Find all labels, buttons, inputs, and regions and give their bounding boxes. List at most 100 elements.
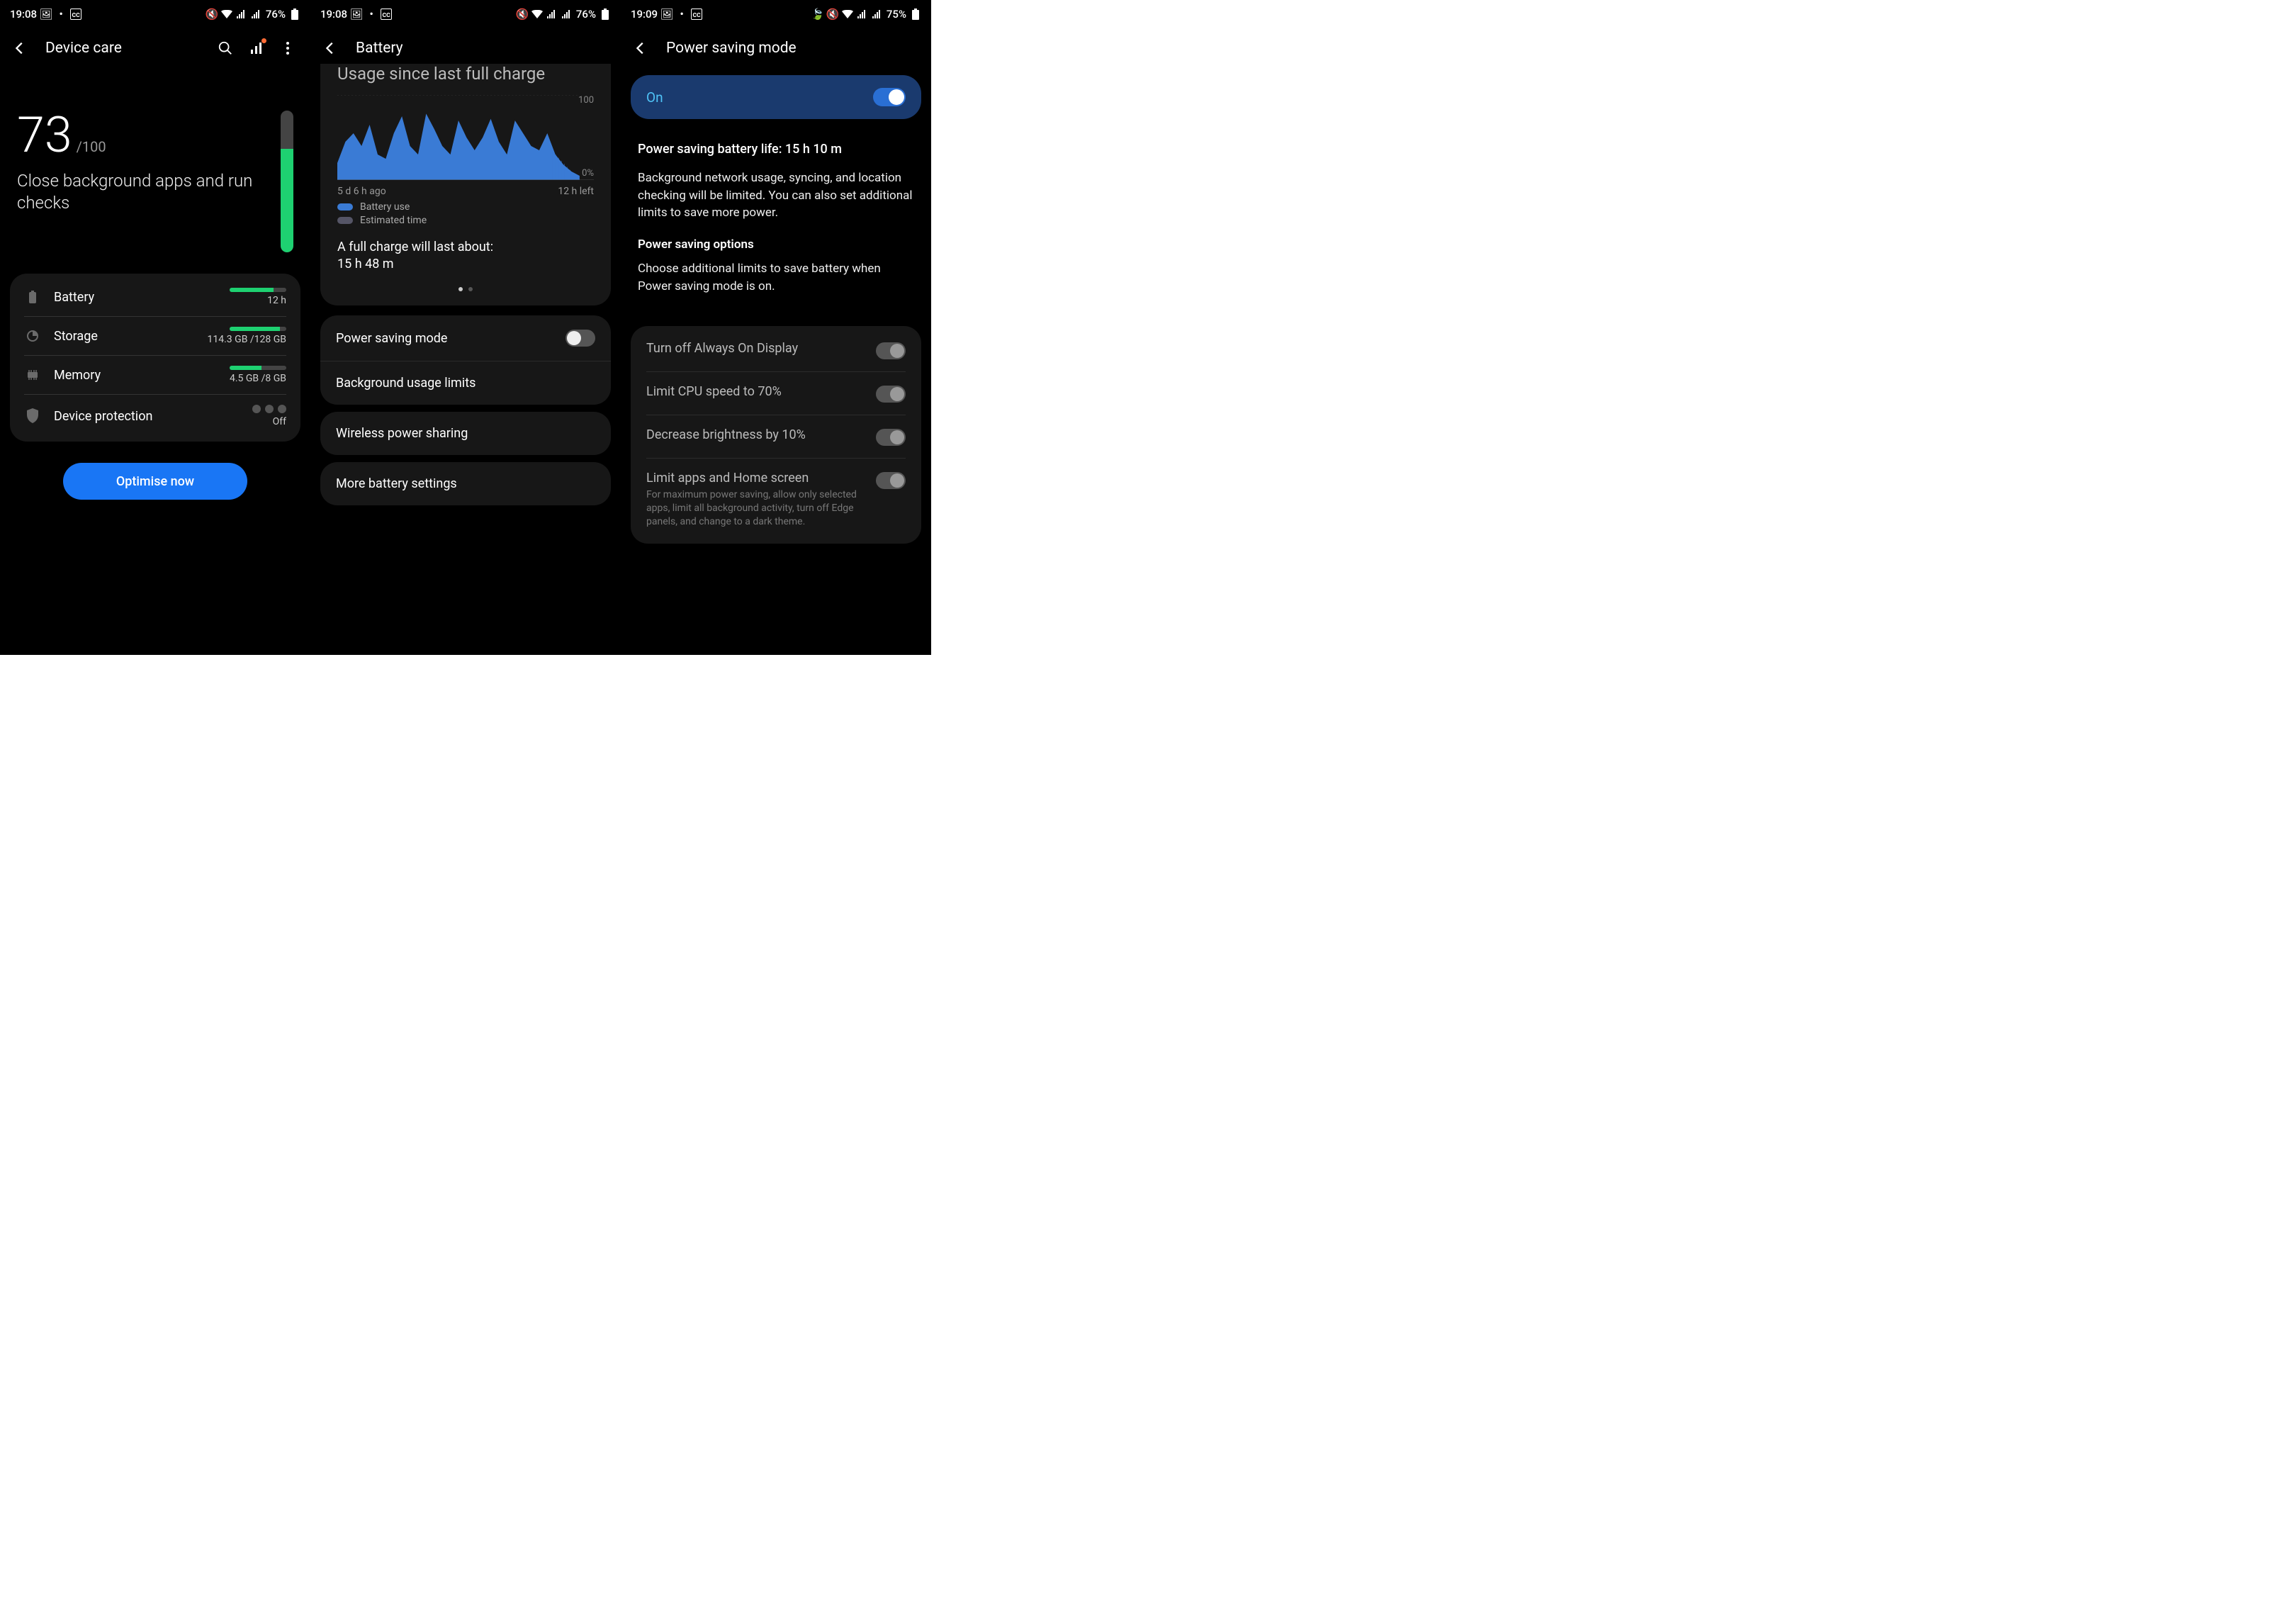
more-battery-settings[interactable]: More battery settings: [320, 462, 611, 505]
ps-section-desc: Choose additional limits to save battery…: [638, 260, 914, 295]
stat-row-memory[interactable]: Memory 4.5 GB /8 GB: [24, 356, 286, 395]
shield-icon: [24, 408, 41, 425]
header: Power saving mode: [621, 28, 931, 68]
stat-label: Memory: [54, 368, 217, 383]
score-description: Close background apps and run checks: [17, 170, 259, 214]
on-label: On: [646, 89, 663, 106]
chart-start: 5 d 6 h ago: [337, 186, 386, 197]
stat-value: 114.3 GB /128 GB: [208, 327, 286, 345]
mute-icon: 🔇: [827, 9, 838, 20]
signal-icon: [236, 9, 247, 20]
toggle[interactable]: [876, 472, 906, 489]
stat-label: Storage: [54, 329, 195, 344]
power-saving-screen: 19:09 🖼 • cc 🍃 🔇 75% Power saving mode O…: [621, 0, 931, 655]
chart-end: 12 h left: [558, 186, 594, 197]
optimise-button[interactable]: Optimise now: [63, 463, 247, 500]
status-bar: 19:08 🖼 • cc 🔇 76%: [310, 0, 621, 28]
options-card: Turn off Always On Display Limit CPU spe…: [631, 326, 921, 544]
stats-icon[interactable]: [248, 40, 265, 57]
setting-label: Power saving mode: [336, 331, 565, 346]
image-icon: 🖼: [40, 9, 52, 20]
signal2-icon: [251, 9, 262, 20]
charge-value: 15 h 48 m: [337, 257, 594, 271]
status-bar: 19:09 🖼 • cc 🍃 🔇 75%: [621, 0, 931, 28]
signal-icon: [857, 9, 868, 20]
battery-icon: [910, 9, 921, 20]
clock: 19:09: [631, 8, 658, 21]
score-section: 73/100 Close background apps and run che…: [0, 68, 310, 266]
pager[interactable]: [337, 287, 594, 291]
opt-turn-off-always-on-display[interactable]: Turn off Always On Display: [646, 329, 906, 372]
opt-label: Turn off Always On Display: [646, 341, 866, 356]
opt-label: Limit CPU speed to 70%: [646, 384, 866, 399]
stat-row-shield[interactable]: Device protection Off: [24, 395, 286, 437]
search-icon[interactable]: [217, 40, 234, 57]
battery-screen: 19:08 🖼 • cc 🔇 76% Battery Usage since l…: [310, 0, 621, 655]
main-toggle[interactable]: [873, 88, 906, 106]
device-care-screen: 19:08 🖼 • cc 🔇 76% Device care 73/100 Cl…: [0, 0, 310, 655]
image-icon: 🖼: [351, 9, 362, 20]
score-bar: [281, 111, 293, 252]
y-min: 0%: [582, 168, 594, 179]
battery-icon: [24, 288, 41, 305]
opt-label: Decrease brightness by 10%: [646, 427, 866, 442]
back-button[interactable]: [628, 35, 653, 61]
battery-icon: [289, 9, 300, 20]
page-title: Power saving mode: [666, 40, 924, 57]
back-button[interactable]: [7, 35, 33, 61]
clock: 19:08: [10, 8, 37, 21]
dot-icon: •: [366, 9, 377, 20]
opt-decrease-brightness-by-10-[interactable]: Decrease brightness by 10%: [646, 415, 906, 459]
legend-use: Battery use: [360, 201, 410, 213]
header: Device care: [0, 28, 310, 68]
signal-icon: [546, 9, 558, 20]
opt-sub: For maximum power saving, allow only sel…: [646, 488, 866, 529]
ps-section-title: Power saving options: [638, 237, 914, 252]
legend-est: Estimated time: [360, 215, 427, 226]
stat-label: Battery: [54, 290, 217, 305]
toggle[interactable]: [876, 386, 906, 403]
setting-background-usage-limits[interactable]: Background usage limits: [320, 361, 611, 405]
battery-percent: 76%: [576, 8, 596, 21]
cc-icon: cc: [70, 9, 81, 20]
on-banner: On: [631, 75, 921, 119]
image-icon: 🖼: [661, 9, 673, 20]
memory-icon: [24, 366, 41, 383]
battery-percent: 76%: [266, 8, 286, 21]
page-title: Device care: [45, 40, 204, 57]
opt-limit-cpu-speed-to-70-[interactable]: Limit CPU speed to 70%: [646, 372, 906, 415]
mute-icon: 🔇: [517, 9, 528, 20]
stat-row-storage[interactable]: Storage 114.3 GB /128 GB: [24, 317, 286, 356]
cc-icon: cc: [691, 9, 702, 20]
wifi-icon: [531, 9, 543, 20]
mute-icon: 🔇: [206, 9, 218, 20]
stat-label: Device protection: [54, 409, 240, 424]
stat-value: Off: [252, 405, 286, 427]
more-icon[interactable]: [279, 40, 296, 57]
toggle[interactable]: [876, 429, 906, 446]
battery-percent: 75%: [887, 8, 906, 21]
toggle[interactable]: [565, 330, 595, 347]
battery-chart: 100 0% 5 d 6 h ago 12 h left: [337, 95, 594, 194]
dot-icon: •: [676, 9, 687, 20]
back-button[interactable]: [317, 35, 343, 61]
header: Battery: [310, 28, 621, 68]
stats-card: Battery 12 h Storage 114.3 GB /128 GB Me…: [10, 274, 300, 442]
toggle[interactable]: [876, 342, 906, 359]
ps-body: Power saving battery life: 15 h 10 m Bac…: [621, 126, 931, 319]
stat-row-battery[interactable]: Battery 12 h: [24, 278, 286, 317]
opt-limit-apps-and-home-screen[interactable]: Limit apps and Home screen For maximum p…: [646, 459, 906, 541]
stat-value: 4.5 GB /8 GB: [230, 366, 286, 384]
clock: 19:08: [320, 8, 347, 21]
cc-icon: cc: [381, 9, 392, 20]
usage-card: Usage since last full charge 100 0% 5 d …: [320, 64, 611, 305]
stat-value: 12 h: [230, 288, 286, 306]
wifi-icon: [221, 9, 232, 20]
dot-icon: •: [55, 9, 67, 20]
ps-description: Background network usage, syncing, and l…: [638, 169, 914, 222]
wireless-power-sharing[interactable]: Wireless power sharing: [320, 412, 611, 455]
y-max: 100: [578, 95, 594, 106]
score-max: /100: [77, 138, 106, 155]
setting-power-saving-mode[interactable]: Power saving mode: [320, 315, 611, 361]
signal2-icon: [561, 9, 573, 20]
